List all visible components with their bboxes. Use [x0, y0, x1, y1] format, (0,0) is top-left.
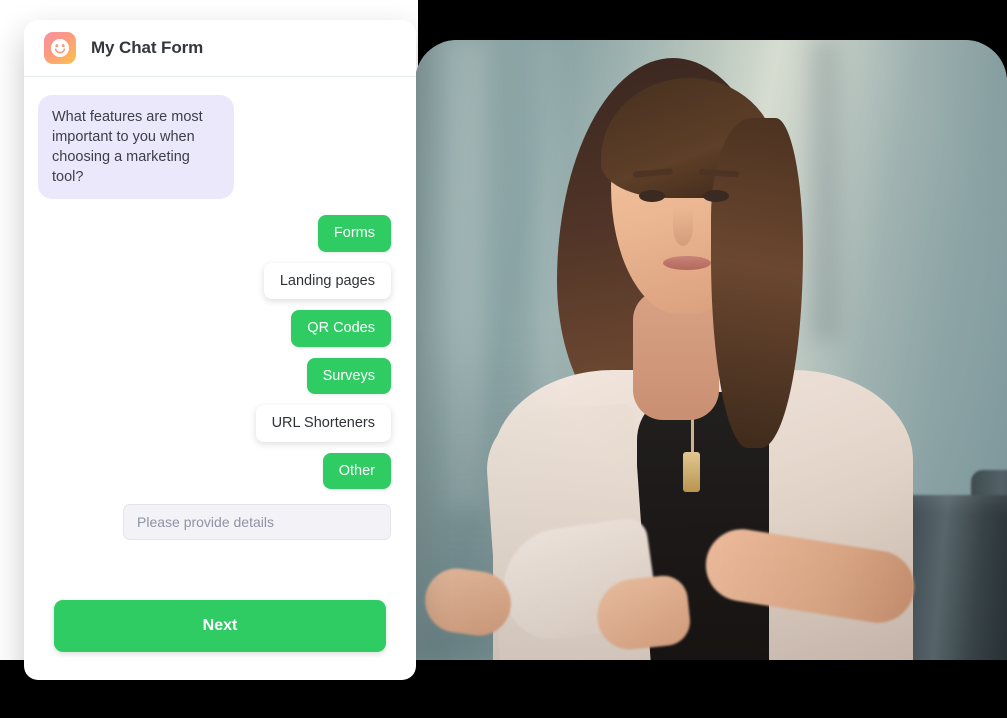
option-qr-codes[interactable]: QR Codes [291, 310, 391, 347]
necklace-pendant [683, 452, 700, 492]
option-url-shorteners[interactable]: URL Shorteners [255, 405, 391, 442]
option-forms[interactable]: Forms [317, 215, 391, 252]
card-header: My Chat Form [24, 20, 416, 77]
mouth [663, 256, 711, 270]
options-list: Forms Landing pages QR Codes Surveys URL… [38, 215, 402, 489]
option-landing-pages[interactable]: Landing pages [263, 262, 391, 299]
page-title: My Chat Form [91, 38, 204, 57]
hero-photo [415, 40, 1007, 660]
eye-right [703, 190, 729, 202]
option-other[interactable]: Other [322, 452, 391, 489]
screen: My Chat Form What features are most impo… [0, 0, 1007, 718]
nose [673, 208, 693, 246]
details-input[interactable] [123, 504, 391, 540]
eye-left [639, 190, 665, 202]
question-bubble: What features are most important to you … [38, 95, 234, 199]
option-surveys[interactable]: Surveys [306, 357, 391, 394]
card-footer: Next [24, 600, 416, 680]
chat-form-card: My Chat Form What features are most impo… [24, 20, 416, 680]
smiley-face-icon [44, 32, 76, 64]
person-figure [415, 40, 1007, 660]
next-button[interactable]: Next [54, 600, 386, 652]
chat-body: What features are most important to you … [24, 77, 416, 600]
